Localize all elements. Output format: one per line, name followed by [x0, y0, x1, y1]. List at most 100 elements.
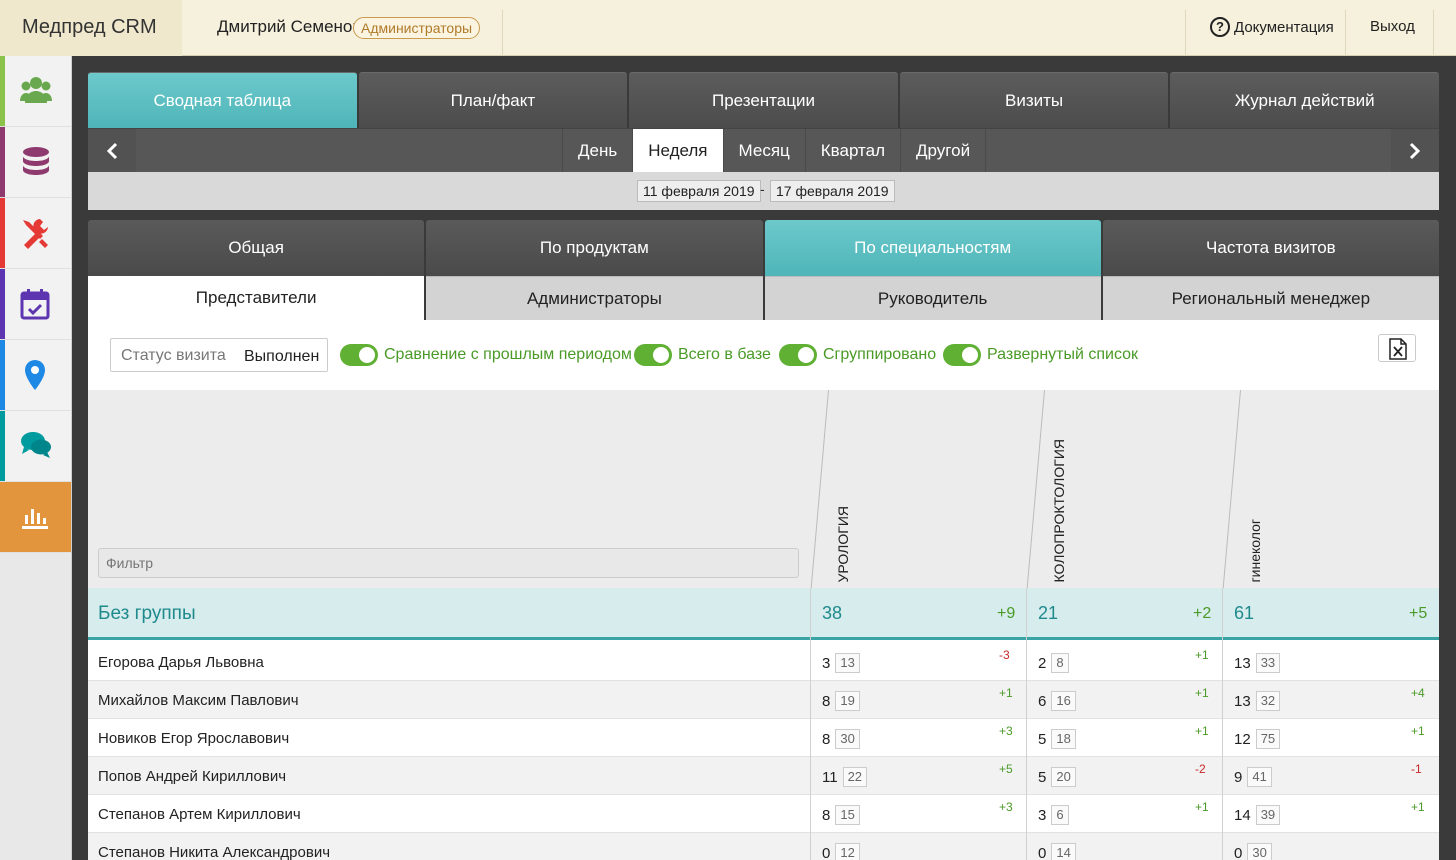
- cell-diff: +4: [1411, 686, 1425, 700]
- table-row[interactable]: Михайлов Максим Павлович 8 19 +1 6 16 +1 13 32 +4: [88, 681, 1439, 719]
- table-cell[interactable]: 13 32: [1234, 690, 1281, 712]
- chevron-left-icon: [106, 142, 118, 160]
- tab-presentations[interactable]: Презентации: [629, 72, 898, 128]
- toggle-label: Сравнение с прошлым периодом: [384, 346, 632, 363]
- tab-summary[interactable]: Сводная таблица: [88, 72, 357, 128]
- toggle-expanded-list[interactable]: Развернутый список: [943, 343, 1138, 367]
- table-row[interactable]: Егорова Дарья Львовна 3 13 -3 2 8 +1 13 33: [88, 643, 1439, 681]
- sidebar-item-chat[interactable]: [0, 411, 71, 482]
- cell-value: 13: [1234, 692, 1251, 710]
- table-cell[interactable]: 6 16: [1038, 690, 1076, 712]
- cell-total: 22: [842, 767, 868, 787]
- tab-administrators[interactable]: Администраторы: [426, 276, 763, 320]
- table-cell[interactable]: 9 41: [1234, 766, 1272, 788]
- cell-diff: +1: [1411, 800, 1425, 814]
- toggle-switch[interactable]: [779, 344, 817, 366]
- cell-value: 5: [1038, 768, 1047, 786]
- toggle-switch[interactable]: [340, 344, 378, 366]
- period-month[interactable]: Месяц: [722, 129, 805, 173]
- table-cell[interactable]: 5 20: [1038, 766, 1076, 788]
- table-cell[interactable]: 5 18: [1038, 728, 1076, 750]
- cell-value: 8: [822, 730, 831, 748]
- next-period-button[interactable]: [1391, 129, 1439, 173]
- toggle-compare-previous[interactable]: Сравнение с прошлым периодом: [340, 343, 632, 367]
- tab-activity-log[interactable]: Журнал действий: [1170, 72, 1439, 128]
- period-other[interactable]: Другой: [900, 129, 987, 173]
- rep-name[interactable]: Егорова Дарья Львовна: [98, 654, 264, 671]
- export-excel-button[interactable]: [1378, 334, 1416, 362]
- exit-link[interactable]: Выход: [1370, 18, 1415, 35]
- group-row[interactable]: Без группы 38 +9 21 +2 61 +5: [88, 588, 1439, 640]
- table-cell[interactable]: 0 12: [822, 842, 860, 860]
- tab-visit-frequency[interactable]: Частота визитов: [1102, 220, 1439, 276]
- table-cell[interactable]: 28: [1038, 652, 1069, 674]
- table-row[interactable]: Степанов Артем Кириллович 8 15 +3 3 6 +1 14 39 +1: [88, 795, 1439, 833]
- excel-icon: [1389, 338, 1407, 360]
- column-header-coloproctology[interactable]: КОЛОПРОКТОЛОГИЯ: [1026, 390, 1240, 588]
- cell-diff: +1: [999, 686, 1013, 700]
- table-cell[interactable]: 36: [1038, 804, 1069, 826]
- table-cell[interactable]: 12 75: [1234, 728, 1281, 750]
- divider: [1433, 10, 1434, 56]
- table-cell[interactable]: 8 15: [822, 804, 860, 826]
- table-cell[interactable]: 3 13: [822, 652, 860, 674]
- sidebar-item-database[interactable]: [0, 127, 71, 198]
- tab-visits[interactable]: Визиты: [899, 72, 1169, 128]
- filter-input[interactable]: [98, 548, 799, 578]
- period-day[interactable]: День: [562, 129, 632, 173]
- date-from[interactable]: 11 февраля 2019: [637, 180, 761, 202]
- rep-name[interactable]: Степанов Артем Кириллович: [98, 806, 301, 823]
- report-content: Статус визита Выполнен Сравнение с прошл…: [88, 320, 1439, 860]
- sidebar-item-tools[interactable]: [0, 198, 71, 269]
- table-cell[interactable]: 8 19: [822, 690, 860, 712]
- toggle-label: Развернутый список: [987, 346, 1139, 363]
- tab-general[interactable]: Общая: [88, 220, 425, 276]
- column-header-urology[interactable]: УРОЛОГИЯ: [810, 390, 1044, 588]
- table-row[interactable]: Новиков Егор Ярославович 8 30 +3 5 18 +1 12 75 +1: [88, 719, 1439, 757]
- period-quarter[interactable]: Квартал: [804, 129, 900, 173]
- visit-status-select[interactable]: Статус визита Выполнен: [110, 338, 328, 372]
- sidebar-item-calendar[interactable]: [0, 269, 71, 340]
- date-to[interactable]: 17 февраля 2019: [770, 180, 895, 202]
- sidebar-item-reports[interactable]: [0, 482, 71, 553]
- tab-representatives[interactable]: Представители: [88, 276, 425, 320]
- table-row[interactable]: Попов Андрей Кириллович 11 22 +5 5 20 -2 9 41 -1: [88, 757, 1439, 795]
- column-divider: [810, 588, 811, 860]
- column-header-gynecologist[interactable]: гинеколог: [1222, 390, 1439, 588]
- divider: [1345, 10, 1346, 56]
- toggle-switch[interactable]: [634, 344, 672, 366]
- tab-by-products[interactable]: По продуктам: [426, 220, 763, 276]
- rep-name[interactable]: Попов Андрей Кириллович: [98, 768, 286, 785]
- help-icon: ?: [1210, 17, 1230, 37]
- tab-regional-manager[interactable]: Региональный менеджер: [1102, 276, 1439, 320]
- table-cell[interactable]: 11 22: [822, 766, 868, 788]
- user-name[interactable]: Дмитрий Семенов: [217, 17, 361, 37]
- table-cell[interactable]: 13 33: [1234, 652, 1281, 674]
- app-title: Медпред CRM: [22, 16, 157, 38]
- tab-manager[interactable]: Руководитель: [764, 276, 1101, 320]
- docs-link[interactable]: ? Документация: [1210, 17, 1334, 37]
- table-cell[interactable]: 14 39: [1234, 804, 1281, 826]
- rep-name[interactable]: Новиков Егор Ярославович: [98, 730, 289, 747]
- sidebar-item-users[interactable]: [0, 56, 71, 127]
- table-cell[interactable]: 8 30: [822, 728, 860, 750]
- period-week[interactable]: Неделя: [632, 129, 723, 173]
- cell-total: 30: [1247, 843, 1272, 860]
- table-cell[interactable]: 0 14: [1038, 842, 1076, 860]
- tab-by-specialties[interactable]: По специальностям: [764, 220, 1101, 276]
- tab-plan-fact[interactable]: План/факт: [358, 72, 628, 128]
- cell-value: 9: [1234, 768, 1243, 786]
- sidebar-item-map[interactable]: [0, 340, 71, 411]
- cell-total: 16: [1051, 691, 1076, 711]
- toggle-switch[interactable]: [943, 344, 981, 366]
- calendar-check-icon: [20, 289, 50, 320]
- brand[interactable]: Медпред CRM: [0, 0, 182, 56]
- rep-name[interactable]: Михайлов Максим Павлович: [98, 692, 299, 709]
- rep-name[interactable]: Степанов Никита Александрович: [98, 844, 330, 860]
- table-row[interactable]: Степанов Никита Александрович 0 12 0 14 0 30: [88, 833, 1439, 860]
- date-range-bar: 11 февраля 2019 - 17 февраля 2019: [88, 172, 1439, 210]
- table-cell[interactable]: 0 30: [1234, 842, 1272, 860]
- toggle-grouped[interactable]: Сгруппировано: [779, 343, 936, 367]
- toggle-total-in-base[interactable]: Всего в базе: [634, 343, 771, 367]
- prev-period-button[interactable]: [88, 129, 136, 173]
